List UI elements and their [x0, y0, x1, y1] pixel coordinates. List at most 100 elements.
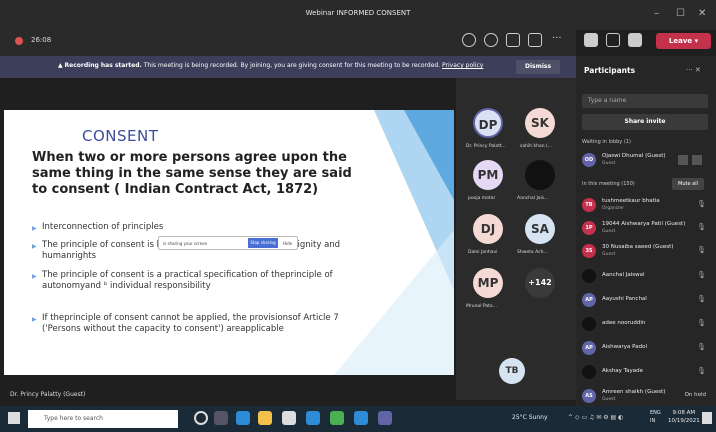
bullet-text: Interconnection of principles [42, 222, 164, 232]
dismiss-button[interactable]: Dismiss [516, 60, 560, 74]
lobby-participant[interactable]: OD Ojaswi Dhumal (Guest) Guest [582, 150, 708, 170]
tile-initials: MP [477, 276, 499, 290]
tile-initials: PM [477, 168, 499, 182]
participant-tile[interactable]: SA [525, 214, 555, 244]
tile-count: +142 [528, 278, 552, 287]
bullet-text: If theprinciple of consent cannot be app… [42, 313, 339, 334]
notifications-icon[interactable] [702, 412, 712, 424]
windows-start-icon[interactable] [8, 412, 20, 424]
tile-name: Mrunal Pato... [466, 304, 497, 309]
mail-icon[interactable] [306, 411, 320, 425]
avatar: AP [582, 341, 596, 355]
edge-icon[interactable] [236, 411, 250, 425]
participant-tile[interactable]: SK [525, 108, 555, 138]
task-view-icon[interactable] [214, 411, 228, 425]
self-tile[interactable]: TB [499, 358, 525, 384]
mic-off-icon: 🎙 [697, 343, 706, 351]
participant-row[interactable]: AS Amreen shaikh (Guest) Guest On hold [582, 386, 708, 406]
avatar: AS [582, 389, 596, 403]
meeting-section-label[interactable]: In this meeting (150) [582, 181, 635, 187]
participant-tile[interactable]: MP [473, 268, 503, 298]
share-screen-icon[interactable] [628, 33, 642, 47]
tile-name: sahih khan (... [520, 144, 553, 149]
tray-icons[interactable]: ^ ◇ ▭ ♫ ✉ ⚙ ▤ ◐ [568, 414, 623, 421]
avatar: TB [582, 198, 596, 212]
participant-tile[interactable]: DJ [473, 214, 503, 244]
participant-name: Aayushi Panchal [602, 296, 647, 302]
participant-row[interactable]: TB tushmeetkaur bhatia Organizer 🎙 [582, 195, 708, 215]
admit-button[interactable] [678, 155, 688, 165]
share-invite-label: Share invite [624, 118, 666, 125]
more-actions-icon[interactable]: ··· [552, 33, 562, 44]
participant-row[interactable]: AP Aayushi Panchal 🎙 [582, 290, 708, 310]
participant-row[interactable]: Akshay Tayade 🎙 [582, 362, 708, 382]
camera-icon[interactable] [584, 33, 598, 47]
participant-tile[interactable]: DP [473, 108, 503, 138]
participant-name: 19044 Aishwarya Patil (Guest) [602, 221, 686, 227]
cortana-icon[interactable] [194, 411, 208, 425]
clock[interactable]: 9:08 AM 10/19/2021 [668, 409, 700, 425]
stop-sharing-button[interactable]: Stop sharing [248, 238, 278, 248]
leave-button[interactable]: Leave ▾ [656, 33, 711, 49]
participant-role: Guest [602, 252, 616, 257]
rooms-icon[interactable] [528, 33, 542, 47]
participant-role: Guest [602, 397, 616, 402]
hide-button[interactable]: Hide [283, 241, 292, 246]
language-indicator[interactable]: ENG IN [650, 409, 661, 425]
teams-icon[interactable] [378, 411, 392, 425]
lobby-section-label[interactable]: Waiting in lobby (1) [582, 139, 631, 145]
participant-row[interactable]: 1P 19044 Aishwarya Patil (Guest) Guest 🎙 [582, 218, 708, 238]
maximize-button[interactable]: ☐ [676, 8, 685, 19]
participant-name: tushmeetkaur bhatia [602, 198, 660, 204]
on-hold-label: On hold [684, 392, 706, 398]
search-input[interactable]: Type a name [582, 94, 708, 108]
deny-button[interactable] [692, 155, 702, 165]
mic-off-icon: 🎙 [697, 367, 706, 375]
leave-label: Leave [668, 37, 693, 45]
participant-tile[interactable] [525, 160, 555, 190]
participant-name: Aishwarya Padol [602, 344, 647, 350]
chat-icon[interactable] [484, 33, 498, 47]
participant-name: 30 Nusaiba saeed (Guest) [602, 244, 674, 250]
minimize-button[interactable]: – [654, 8, 659, 19]
participant-row[interactable]: AP Aishwarya Padol 🎙 [582, 338, 708, 358]
mic-off-icon: 🎙 [697, 200, 706, 208]
panel-more-icon[interactable]: ··· ✕ [686, 66, 701, 74]
participant-row[interactable]: adee nooruddin 🎙 [582, 314, 708, 334]
close-window-button[interactable]: ✕ [698, 8, 706, 19]
tile-name: pooja motar [468, 196, 496, 201]
taskbar-search-input[interactable]: Type here to search [28, 410, 178, 428]
reactions-icon[interactable] [506, 33, 520, 47]
mic-off-icon: 🎙 [697, 223, 706, 231]
tile-name: Shweta Ach... [517, 250, 548, 255]
clock-time: 9:08 AM [672, 410, 696, 416]
participants-icon[interactable] [462, 33, 476, 47]
slide-decoration [334, 110, 454, 375]
store-icon[interactable] [282, 411, 296, 425]
tile-initials: TB [505, 366, 519, 376]
participant-name: Amreen shaikh (Guest) [602, 389, 666, 395]
participant-row[interactable]: 3S 30 Nusaiba saeed (Guest) Guest 🎙 [582, 241, 708, 261]
app-icon[interactable] [354, 411, 368, 425]
privacy-policy-link[interactable]: Privacy policy [442, 62, 483, 69]
slide-bullet: The principle of consent is a practical … [32, 270, 352, 292]
participant-role: Organizer [602, 206, 625, 211]
tile-name: Dalei Janhavi [468, 250, 498, 255]
weather-widget[interactable]: 25°C Sunny [512, 414, 548, 421]
share-invite-button[interactable]: Share invite [582, 114, 708, 130]
avatar: AP [582, 293, 596, 307]
participant-tile[interactable]: PM [473, 160, 503, 190]
sharing-text: is sharing your screen [163, 241, 208, 246]
avatar [582, 317, 596, 331]
banner-bold: Recording has started. [64, 62, 142, 69]
participant-row[interactable]: Aanchal Jaiswal 🎙 [582, 266, 708, 286]
tile-initials: SA [531, 222, 549, 236]
banner-message: ▲ Recording has started. This meeting is… [58, 62, 483, 69]
mute-all-button[interactable]: Mute all [672, 178, 704, 190]
mic-icon[interactable] [606, 33, 620, 47]
chrome-icon[interactable] [330, 411, 344, 425]
file-explorer-icon[interactable] [258, 411, 272, 425]
more-participants-tile[interactable]: +142 [525, 268, 555, 298]
avatar [582, 269, 596, 283]
participant-name: Akshay Tayade [602, 368, 643, 374]
